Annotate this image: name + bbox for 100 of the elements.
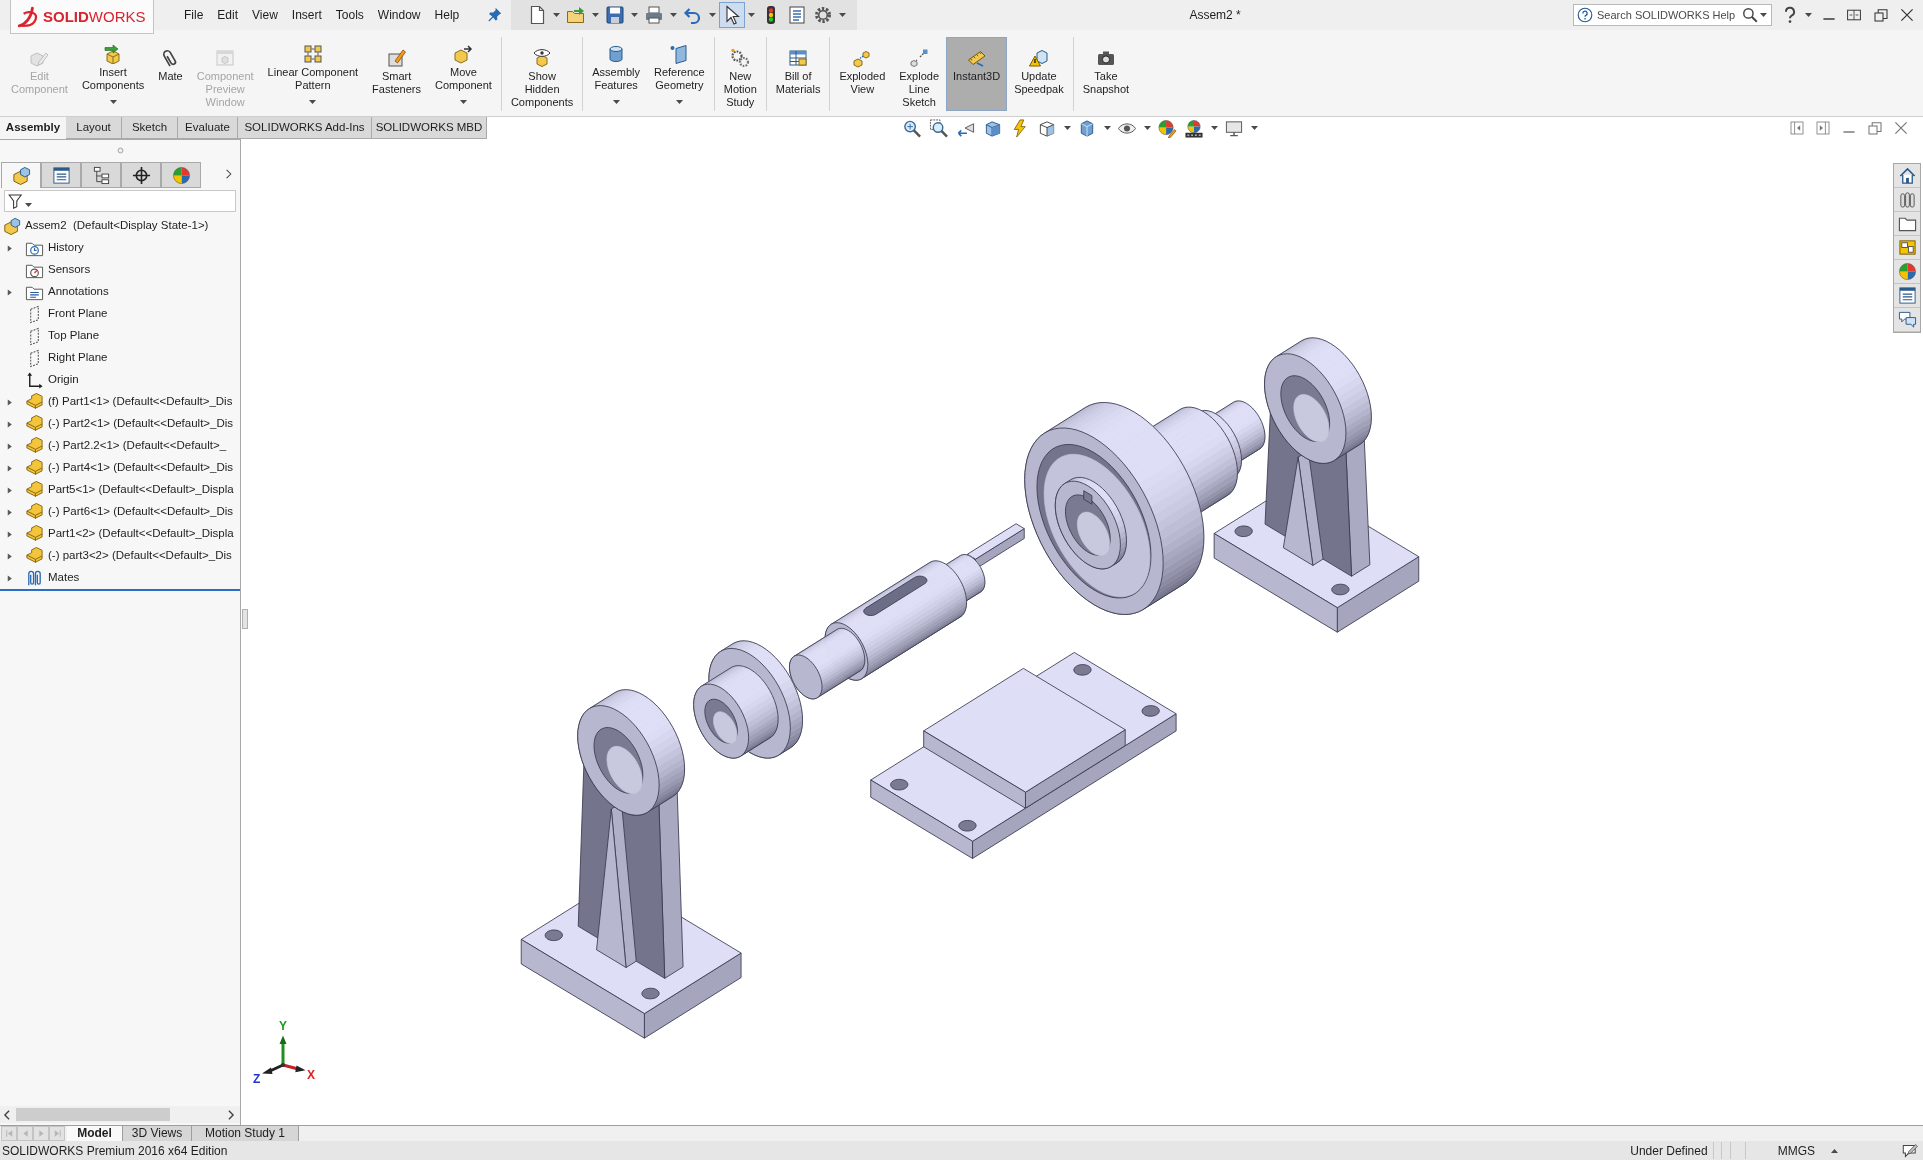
document-tab[interactable]: Model xyxy=(67,1126,123,1141)
caret-icon[interactable] xyxy=(309,100,317,104)
list-icon[interactable] xyxy=(1897,286,1917,305)
manager-tab[interactable] xyxy=(121,162,161,188)
manager-tab[interactable] xyxy=(41,162,81,188)
expander-icon[interactable] xyxy=(6,485,13,495)
caret-icon[interactable] xyxy=(670,13,678,17)
ribbon-tab[interactable]: Layout xyxy=(66,117,122,139)
caret-icon[interactable] xyxy=(709,13,717,17)
caret-icon[interactable] xyxy=(612,100,620,104)
document-tab[interactable]: 3D Views xyxy=(123,1126,192,1141)
split-window-icon[interactable] xyxy=(1846,7,1862,23)
caret-icon[interactable] xyxy=(459,100,467,104)
menu-item[interactable]: Edit xyxy=(210,4,246,26)
ribbon-tab[interactable]: Sketch xyxy=(122,117,178,139)
tree-item[interactable]: Right Plane xyxy=(0,347,240,369)
tree-item[interactable]: (-) Part2<1> (Default<<Default>_Dis xyxy=(0,413,240,435)
expander-icon[interactable] xyxy=(6,397,13,407)
tree-item[interactable]: (-) Part2.2<1> (Default<<Default>_ xyxy=(0,435,240,457)
ribbon-tab[interactable]: Evaluate xyxy=(178,117,238,139)
caret-icon[interactable] xyxy=(1760,13,1767,17)
filter-field[interactable] xyxy=(4,190,236,212)
panel-right-icon[interactable] xyxy=(1815,120,1831,136)
restore-icon[interactable] xyxy=(1867,120,1883,136)
caret-icon[interactable] xyxy=(1804,13,1812,17)
bill-of-materials-button[interactable]: Bill of Materials xyxy=(768,37,828,111)
speech-bubble-icon[interactable] xyxy=(1902,1142,1919,1159)
move-component-button[interactable]: Move Component xyxy=(428,37,499,111)
new-motion-study-button[interactable]: New Motion Study xyxy=(716,37,764,111)
show-hidden-components-button[interactable]: Show Hidden Components xyxy=(503,37,581,111)
search-icon[interactable] xyxy=(1742,7,1758,23)
ribbon-tab[interactable]: SOLIDWORKS Add-Ins xyxy=(238,117,372,139)
panel-left-icon[interactable] xyxy=(1789,120,1805,136)
tree-item[interactable]: Sensors xyxy=(0,259,240,281)
tree-item[interactable]: Top Plane xyxy=(0,325,240,347)
tree-item[interactable]: History xyxy=(0,237,240,259)
menu-item[interactable]: View xyxy=(245,4,285,26)
panel-collapse-handle[interactable] xyxy=(242,609,248,629)
caret-icon[interactable] xyxy=(1210,126,1218,130)
manager-tab[interactable] xyxy=(81,162,121,188)
expander-icon[interactable] xyxy=(6,529,13,539)
caret-icon[interactable] xyxy=(553,13,561,17)
help-search-field[interactable]: Search SOLIDWORKS Help xyxy=(1573,4,1772,26)
magnifier-icon[interactable] xyxy=(901,118,923,138)
caret-icon[interactable] xyxy=(1063,126,1071,130)
close-icon[interactable] xyxy=(1899,7,1915,23)
expander-icon[interactable] xyxy=(6,441,13,451)
caret-icon[interactable] xyxy=(839,13,847,17)
expander-icon[interactable] xyxy=(6,419,13,429)
monitor-icon[interactable] xyxy=(1223,118,1245,138)
chat-bubbles-icon[interactable] xyxy=(1897,310,1917,329)
color-ball-film-icon[interactable] xyxy=(1183,118,1205,138)
mate-button[interactable]: Mate xyxy=(151,37,190,111)
menu-item[interactable]: Help xyxy=(427,4,467,26)
tree-item[interactable]: (-) part3<2> (Default<<Default>_Dis xyxy=(0,545,240,567)
caret-icon[interactable] xyxy=(592,13,600,17)
insert-components-button[interactable]: Insert Components xyxy=(74,37,152,111)
menu-item[interactable]: Tools xyxy=(328,4,371,26)
caret-icon[interactable] xyxy=(1250,126,1258,130)
restore-icon[interactable] xyxy=(1873,7,1889,23)
unit-system[interactable]: MMGS xyxy=(1777,1141,1815,1160)
reference-geometry-button[interactable]: Reference Geometry xyxy=(646,37,712,111)
tree-item[interactable]: Assem2 (Default<Display State-1>) xyxy=(0,215,240,237)
tree-item[interactable]: (f) Part1<1> (Default<<Default>_Dis xyxy=(0,391,240,413)
menu-item[interactable]: File xyxy=(177,4,211,26)
expander-icon[interactable] xyxy=(6,573,13,583)
menu-item[interactable]: Insert xyxy=(284,4,329,26)
expander-icon[interactable] xyxy=(6,551,13,561)
color-ball-pencil-icon[interactable] xyxy=(1156,118,1178,138)
books-icon[interactable] xyxy=(1897,190,1917,209)
color-ball-icon[interactable] xyxy=(1897,262,1917,281)
caret-icon[interactable] xyxy=(1103,126,1111,130)
pin-icon[interactable] xyxy=(486,7,503,23)
caret-icon[interactable] xyxy=(1143,126,1151,130)
ribbon-tab[interactable]: SOLIDWORKS MBD xyxy=(372,117,487,139)
tree-item[interactable]: Mates xyxy=(0,567,240,589)
menu-item[interactable]: Window xyxy=(370,4,428,26)
tree-item[interactable]: Part1<2> (Default<<Default>_Displa xyxy=(0,523,240,545)
caret-icon[interactable] xyxy=(631,13,639,17)
expander-icon[interactable] xyxy=(6,507,13,517)
select-button[interactable] xyxy=(719,2,746,28)
caret-icon[interactable] xyxy=(1831,1148,1838,1153)
caret-icon[interactable] xyxy=(25,203,32,207)
document-tab[interactable]: Motion Study 1 xyxy=(192,1126,299,1141)
assembly-features-button[interactable]: Assembly Features xyxy=(585,37,647,111)
caret-icon[interactable] xyxy=(748,13,756,17)
search-input[interactable]: Search SOLIDWORKS Help xyxy=(1593,5,1742,25)
tree-item[interactable]: Annotations xyxy=(0,281,240,303)
drag-handle-icon[interactable] xyxy=(116,146,124,154)
scrollbar-thumb[interactable] xyxy=(16,1108,170,1121)
tree-item[interactable]: (-) Part6<1> (Default<<Default>_Dis xyxy=(0,501,240,523)
tree-item[interactable]: (-) Part4<1> (Default<<Default>_Dis xyxy=(0,457,240,479)
tree-item[interactable]: Origin xyxy=(0,369,240,391)
palette-icon[interactable] xyxy=(1897,238,1917,257)
explode-line-sketch-button[interactable]: Explode Line Sketch xyxy=(892,37,947,111)
expander-icon[interactable] xyxy=(6,243,13,253)
smart-fasteners-button[interactable]: Smart Fasteners xyxy=(365,37,429,111)
instant3d-button[interactable]: Instant3D xyxy=(946,37,1008,111)
expander-icon[interactable] xyxy=(6,463,13,473)
tree-item[interactable]: Front Plane xyxy=(0,303,240,325)
